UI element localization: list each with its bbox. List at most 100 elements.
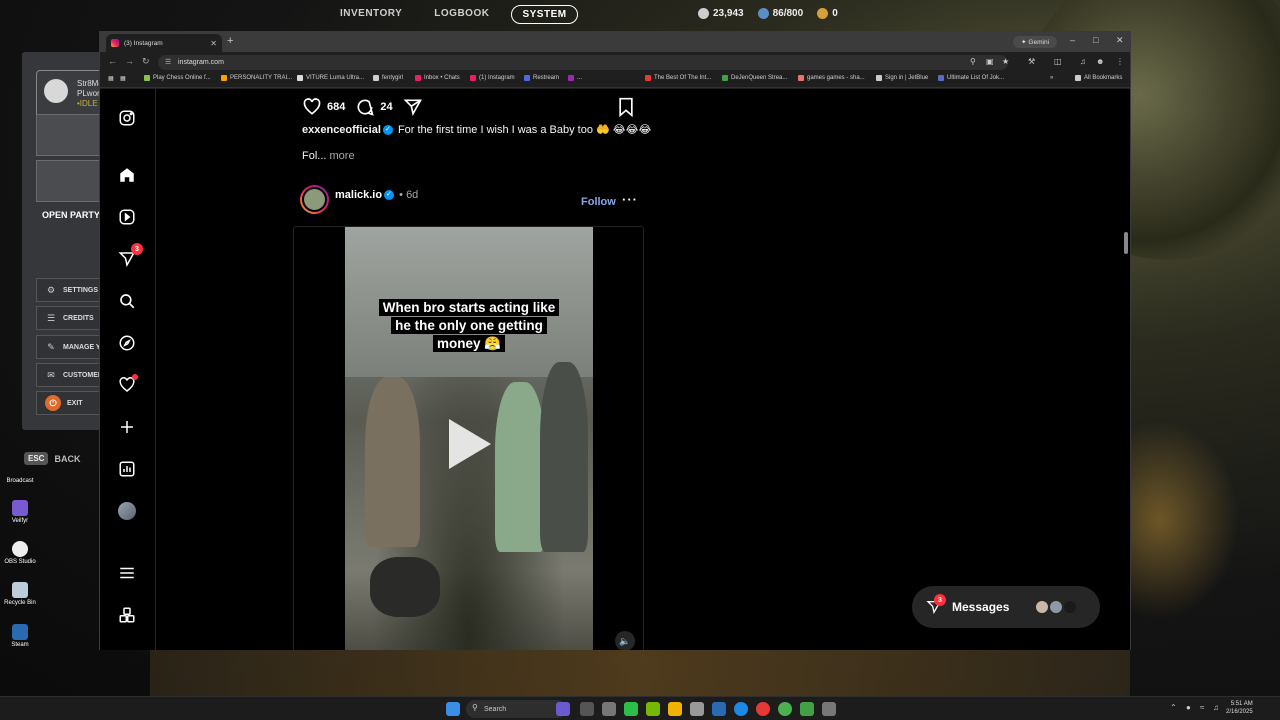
volume-icon[interactable]: 🔈 [615, 631, 635, 650]
apps-icon[interactable]: ▦ [108, 75, 114, 82]
edge-icon[interactable] [734, 702, 748, 716]
forward-arrow-icon[interactable]: → [125, 56, 134, 66]
copilot-icon[interactable] [556, 702, 570, 716]
mic-icon[interactable]: ● [1186, 703, 1191, 712]
game-tab-logbook[interactable]: LOGBOOK [424, 5, 499, 24]
desktop-icon-obs[interactable]: OBS Studio [4, 541, 36, 565]
settings-icon[interactable] [602, 702, 616, 716]
instagram-logo-icon[interactable] [117, 108, 137, 128]
direct-messages-icon[interactable]: 3 [117, 243, 143, 269]
media-icon[interactable]: ♫ [1080, 57, 1086, 66]
nvidia-icon[interactable] [646, 702, 660, 716]
post-username[interactable]: malick.io [335, 189, 382, 201]
reels-icon[interactable] [117, 207, 137, 227]
home-icon[interactable] [117, 165, 137, 185]
caption-username[interactable]: exxenceofficial [302, 124, 381, 136]
taskbar-search[interactable]: ⚲ Search [466, 700, 566, 718]
volume-icon[interactable]: ♫ [1213, 703, 1219, 712]
site-info-icon[interactable]: ☰ [165, 55, 171, 70]
tray-overflow-icon[interactable]: ⌃ [1170, 703, 1177, 712]
store-icon[interactable] [690, 702, 704, 716]
comment-icon[interactable] [355, 97, 375, 117]
game-tab-system[interactable]: SYSTEM [511, 5, 578, 24]
close-window-icon[interactable]: ✕ [1116, 35, 1124, 46]
bookmark-item[interactable]: Sign in | JetBlue [876, 75, 928, 81]
heart-icon[interactable] [117, 374, 138, 395]
extensions-icon[interactable]: ⚒ [1028, 57, 1035, 66]
minimize-icon[interactable]: – [1070, 35, 1075, 45]
comment-group[interactable]: 24 [355, 97, 393, 117]
sidebar-icon[interactable]: ◫ [1054, 57, 1062, 66]
scrollbar[interactable] [1124, 154, 1128, 650]
bookmark-item[interactable]: Ultimate List Of Jok... [938, 75, 1004, 81]
scrollbar-thumb[interactable] [1124, 232, 1128, 254]
bookmark-item[interactable]: (1) Instagram [470, 75, 515, 81]
bookmark-item[interactable]: PERSONALITY TRAI... [221, 75, 292, 81]
more-link[interactable]: more [330, 150, 355, 162]
desktop-icon-steam[interactable]: Steam [4, 624, 36, 648]
dashboard-icon[interactable] [117, 459, 137, 479]
bookmark-item[interactable]: Restream [524, 75, 559, 81]
caption-more-row: Fol... more [302, 150, 355, 162]
save-bookmark-icon[interactable] [617, 97, 635, 122]
bookmark-item[interactable]: ... [568, 75, 582, 81]
desktop-icon-broadcast[interactable]: Broadcast [4, 478, 36, 484]
bookmark-item[interactable]: DeJenQueen Strea... [722, 75, 787, 81]
level-stat: 86/800 [757, 8, 803, 19]
wifi-icon[interactable]: ≈ [1200, 703, 1204, 712]
taskbar-clock[interactable]: 5:51 AM 2/16/2025 [1226, 700, 1253, 716]
bookmark-item[interactable]: Play Chess Online f... [144, 75, 211, 81]
steam-icon[interactable] [712, 702, 726, 716]
star-icon[interactable]: ★ [1002, 57, 1009, 66]
explore-icon[interactable] [117, 333, 137, 353]
also-from-meta-icon[interactable] [117, 605, 137, 625]
open-party-button[interactable]: OPEN PARTY [42, 210, 100, 220]
bookmark-item[interactable]: fentygirl [373, 75, 403, 81]
play-icon[interactable] [449, 419, 491, 469]
follow-button[interactable]: Follow [581, 196, 616, 208]
chrome-red-icon[interactable] [756, 702, 770, 716]
back-arrow-icon[interactable]: ← [108, 56, 117, 66]
back-button[interactable]: ESC BACK [24, 452, 80, 465]
like-heart-icon[interactable] [302, 97, 322, 117]
grid-icon[interactable]: ▦ [120, 75, 126, 82]
hamburger-menu-icon[interactable] [117, 563, 137, 583]
gemini-button[interactable]: ✦ Gemini [1013, 36, 1057, 48]
bookmark-item[interactable]: The Best Of The Int... [645, 75, 711, 81]
file-explorer-icon[interactable] [668, 702, 682, 716]
chrome-icon[interactable] [778, 702, 792, 716]
kebab-menu-icon[interactable]: ⋮ [1116, 57, 1124, 66]
caption-truncated: Fol... [302, 150, 327, 162]
xbox-icon[interactable] [800, 702, 814, 716]
create-icon[interactable] [117, 417, 137, 437]
close-tab-icon[interactable]: ✕ [210, 39, 217, 48]
avatar[interactable] [300, 185, 329, 214]
start-icon[interactable] [446, 702, 460, 716]
bookmarks-overflow-icon[interactable]: » [1050, 75, 1053, 81]
tab-instagram[interactable]: (3) Instagram ✕ [106, 34, 222, 52]
search-icon[interactable] [117, 291, 137, 311]
app-icon[interactable] [822, 702, 836, 716]
like-group[interactable]: 684 [302, 97, 345, 117]
more-options-icon[interactable]: ··· [622, 192, 638, 207]
bookmark-item[interactable]: games games - sha... [798, 75, 865, 81]
media-player-icon[interactable] [624, 702, 638, 716]
url-field[interactable]: ☰ instagram.com [158, 55, 1008, 70]
reload-icon[interactable]: ↻ [142, 56, 150, 67]
bookmark-item[interactable]: VITURE Luma Ultra... [297, 75, 364, 81]
share-icon[interactable] [403, 97, 423, 117]
desktop-icon-veilfyr[interactable]: Veilfyr [4, 500, 36, 524]
bookmark-item[interactable]: Inbox • Chats [415, 75, 460, 81]
install-app-icon[interactable]: ▣ [986, 57, 994, 66]
desktop-icon-recycle-bin[interactable]: Recycle Bin [4, 582, 36, 606]
messages-pill[interactable]: 3 Messages [912, 586, 1100, 628]
maximize-icon[interactable]: □ [1093, 35, 1098, 45]
zoom-icon[interactable]: ⚲ [970, 57, 976, 66]
all-bookmarks[interactable]: All Bookmarks [1075, 75, 1122, 81]
game-tab-inventory[interactable]: INVENTORY [330, 5, 412, 24]
new-tab-button[interactable]: + [227, 35, 233, 47]
task-view-icon[interactable] [580, 702, 594, 716]
reel-video[interactable]: When bro starts acting like he the only … [293, 226, 644, 650]
profile-avatar[interactable] [117, 501, 137, 521]
profile-icon[interactable]: ☻ [1096, 57, 1104, 66]
